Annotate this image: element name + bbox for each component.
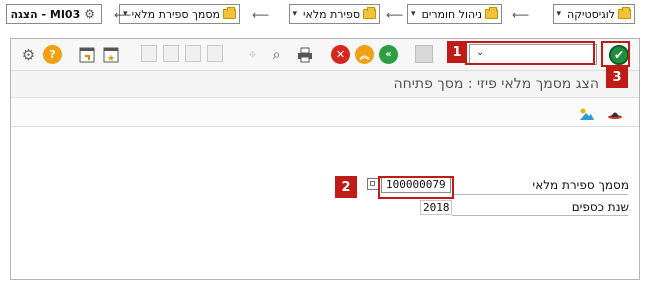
find-next-icon[interactable]: ⌖ <box>243 45 262 64</box>
breadcrumb-label: לוגיסטיקה <box>567 7 615 21</box>
gear-icon: ⚙ <box>84 7 95 21</box>
breadcrumb-item-transaction[interactable]: ⚙ MI03 - הצגה <box>6 4 102 24</box>
document-label: מסמך ספירת מלאי <box>532 178 629 192</box>
folder-icon <box>618 7 631 19</box>
fiscal-year-input[interactable]: 2018 <box>420 200 452 215</box>
find-icon[interactable]: ⌕ <box>267 45 286 64</box>
chevron-down-icon: ▾ <box>292 9 298 19</box>
arrow-left-icon: ⟵ <box>512 8 530 22</box>
breadcrumb-label: ניהול חומרים <box>421 7 482 21</box>
last-page-icon[interactable] <box>141 45 157 62</box>
breadcrumb-item-inventory-count[interactable]: ספירת מלאי ▾ <box>288 4 380 24</box>
arrow-left-icon: ⟵ <box>252 8 270 22</box>
image-icon[interactable] <box>577 104 596 123</box>
next-page-icon[interactable] <box>163 45 179 62</box>
chevron-down-icon: ▾ <box>556 9 562 19</box>
screen-title-bar: הצג מסמך מלאי פיזי : מסך פתיחה <box>11 71 639 98</box>
back-icon[interactable]: « <box>379 45 398 64</box>
fiscal-year-row-line <box>452 215 628 216</box>
cancel-icon[interactable]: ✕ <box>331 45 350 64</box>
callout-highlight-command-field <box>465 41 595 65</box>
settings-icon[interactable]: ⚙ <box>19 45 38 64</box>
breadcrumb-item-logistics[interactable]: לוגיסטיקה ▾ <box>552 4 635 24</box>
document-row-line <box>452 194 628 195</box>
folder-icon <box>485 7 498 19</box>
folder-icon <box>223 7 236 19</box>
callout-badge: 3 <box>606 66 628 88</box>
breadcrumb-item-materials[interactable]: ניהול חומרים ▾ <box>407 4 502 24</box>
exit-icon[interactable]: ︽ <box>355 45 374 64</box>
shortcut-icon[interactable]: ★ <box>101 45 120 64</box>
screen-title: הצג מסמך מלאי פיזי : מסך פתיחה <box>393 76 599 92</box>
first-page-icon[interactable] <box>207 45 223 62</box>
breadcrumb: לוגיסטיקה ▾ ⟵ ניהול חומרים ▾ ⟵ ספירת מלא… <box>0 0 645 30</box>
svg-text:★: ★ <box>106 54 114 63</box>
selection-form: מסמך ספירת מלאי 100000079 שנת כספים 2018 <box>11 127 639 279</box>
folder-icon <box>363 7 376 19</box>
arrow-left-icon: ⟵ <box>386 8 404 22</box>
callout-badge: 1 <box>447 41 467 63</box>
callout-highlight-ok-button <box>601 41 630 67</box>
breadcrumb-item-inventory-doc[interactable]: מסמך ספירת מלאי ▾ <box>119 4 240 24</box>
new-session-icon[interactable] <box>77 45 96 64</box>
callout-highlight-document-field <box>378 176 454 199</box>
print-icon[interactable] <box>295 45 314 64</box>
hat-icon[interactable] <box>605 104 624 123</box>
save-icon[interactable] <box>415 45 433 63</box>
help-icon[interactable]: ? <box>43 45 62 64</box>
breadcrumb-label: ספירת מלאי <box>303 7 360 21</box>
fiscal-year-label: שנת כספים <box>571 200 629 214</box>
sap-window: ⚙ ? ★ ⌖ ⌕ ✕ ︽ « ⌄ ✔ הצג מסמך מלאי פיזי:… <box>10 38 640 280</box>
callout-badge: 2 <box>335 176 357 198</box>
arrow-left-icon: ⟵ <box>114 8 132 22</box>
application-toolbar <box>11 98 639 127</box>
breadcrumb-label: מסמך ספירת מלאי <box>131 7 220 21</box>
page: לוגיסטיקה ▾ ⟵ ניהול חומרים ▾ ⟵ ספירת מלא… <box>0 0 645 288</box>
breadcrumb-label: MI03 - הצגה <box>10 7 81 21</box>
chevron-down-icon: ▾ <box>411 9 416 19</box>
previous-page-icon[interactable] <box>185 45 201 62</box>
